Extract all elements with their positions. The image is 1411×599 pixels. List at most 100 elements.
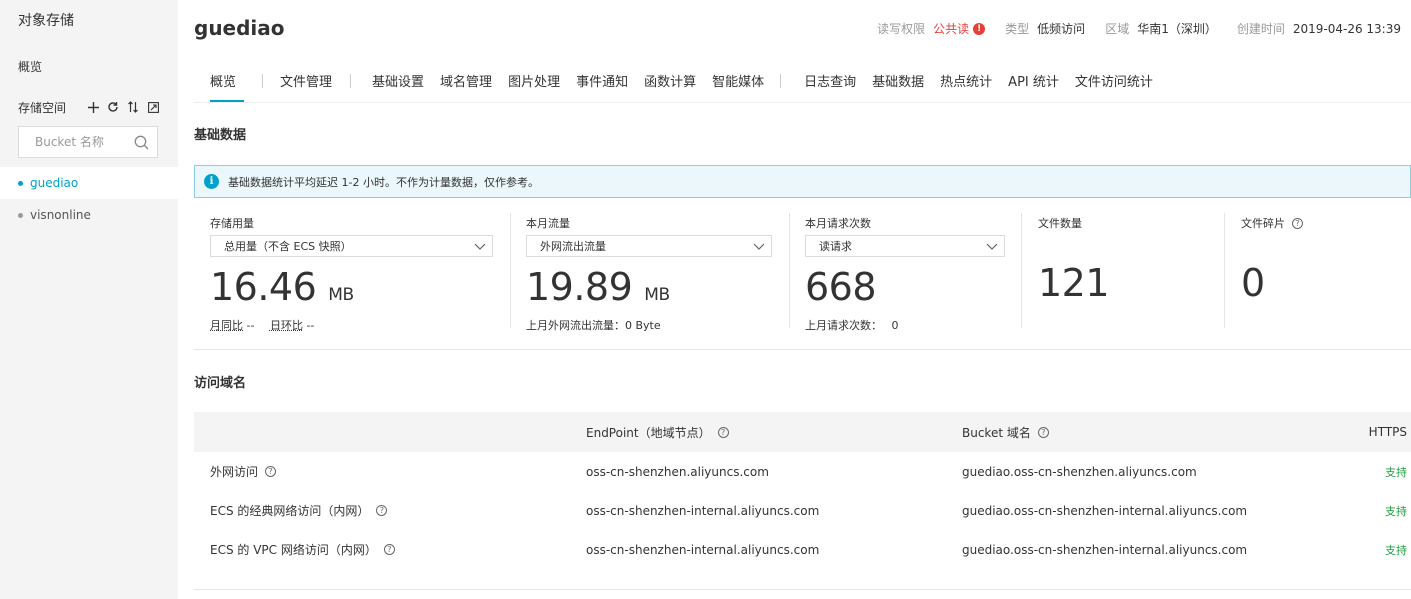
tab-hotspot-stats[interactable]: 热点统计	[932, 62, 1000, 102]
stat-value: 16.46 MB	[210, 265, 493, 309]
stat-divider	[510, 213, 511, 328]
bucket-item-guediao[interactable]: guediao	[0, 167, 178, 199]
row-https-status: 支持	[1385, 504, 1407, 518]
stat-number: 0	[1241, 261, 1265, 305]
row-bucket-domain[interactable]: guediao.oss-cn-shenzhen-internal.aliyunc…	[962, 504, 1345, 518]
select-value: 外网流出流量	[540, 240, 606, 253]
search-icon[interactable]	[129, 135, 153, 150]
chevron-down-icon	[474, 243, 486, 250]
row-name-text: ECS 的 VPC 网络访问（内网）	[210, 543, 377, 557]
stat-number: 668	[805, 265, 877, 309]
mom-value: --	[306, 319, 315, 332]
refresh-icon[interactable]	[103, 99, 123, 115]
domain-table: EndPoint（地域节点） ? Bucket 域名 ? HTTPS 外网访问 …	[194, 412, 1411, 569]
prev-requests-label: 上月请求次数：	[805, 319, 882, 332]
stat-unit: MB	[328, 285, 354, 305]
bucket-meta: 读写权限 公共读 ! 类型 低频访问 区域 华南1（深圳） 创建时间 2019-…	[877, 20, 1401, 37]
header-cell-endpoint: EndPoint（地域节点） ?	[586, 424, 962, 441]
info-banner: i 基础数据统计平均延迟 1-2 小时。不作为计量数据，仅作参考。	[194, 165, 1411, 198]
acl-value-text: 公共读	[933, 22, 970, 36]
row-name-text: ECS 的经典网络访问（内网）	[210, 504, 370, 518]
row-bucket-domain[interactable]: guediao.oss-cn-shenzhen-internal.aliyunc…	[962, 543, 1345, 557]
warning-icon[interactable]: !	[973, 22, 986, 35]
help-icon[interactable]: ?	[265, 466, 277, 477]
help-icon[interactable]: ?	[376, 505, 388, 516]
row-endpoint[interactable]: oss-cn-shenzhen-internal.aliyuncs.com	[586, 543, 962, 557]
stat-files: 文件数量 121	[1038, 213, 1218, 331]
row-name: 外网访问 ?	[194, 463, 586, 480]
tab-basic-settings[interactable]: 基础设置	[351, 62, 432, 102]
plus-icon[interactable]	[83, 99, 103, 115]
header-cell-bucket-domain: Bucket 域名 ?	[962, 424, 1345, 441]
help-icon[interactable]: ?	[1037, 426, 1049, 438]
tab-intelligent-media[interactable]: 智能媒体	[704, 62, 780, 102]
row-endpoint[interactable]: oss-cn-shenzhen-internal.aliyuncs.com	[586, 504, 962, 518]
tab-basic-data[interactable]: 基础数据	[864, 62, 932, 102]
storage-space-header: 存储空间	[18, 98, 163, 116]
tab-underline-divider	[194, 102, 1411, 103]
stat-unit: MB	[644, 285, 670, 305]
stat-divider	[789, 213, 790, 328]
stat-number: 16.46	[210, 265, 317, 309]
yoy-label: 月同比	[210, 319, 243, 332]
tab-api-stats[interactable]: API 统计	[1000, 62, 1067, 102]
row-endpoint[interactable]: oss-cn-shenzhen.aliyuncs.com	[586, 465, 962, 479]
select-value: 总用量（不含 ECS 快照）	[224, 240, 352, 253]
bucket-search-input[interactable]	[19, 128, 129, 156]
tab-image-processing[interactable]: 图片处理	[500, 62, 568, 102]
tab-log-query[interactable]: 日志查询	[781, 62, 864, 102]
header-bucket-domain-text: Bucket 域名	[962, 425, 1031, 440]
tab-domain-management[interactable]: 域名管理	[432, 62, 500, 102]
chevron-down-icon	[986, 243, 998, 250]
help-icon[interactable]: ?	[1292, 217, 1303, 229]
info-icon: i	[204, 174, 219, 189]
sort-icon[interactable]	[123, 99, 143, 115]
traffic-type-select[interactable]: 外网流出流量	[526, 235, 772, 257]
basic-data-title: 基础数据	[194, 128, 247, 143]
type-value: 低频访问	[1037, 22, 1086, 36]
expand-icon[interactable]	[143, 99, 163, 115]
created-label: 创建时间	[1236, 22, 1285, 36]
section-divider	[194, 349, 1411, 350]
yoy-value: --	[246, 319, 255, 332]
chevron-down-icon	[753, 243, 765, 250]
row-bucket-domain[interactable]: guediao.oss-cn-shenzhen.aliyuncs.com	[962, 465, 1345, 479]
header-cell-https: HTTPS	[1368, 425, 1407, 439]
stat-label-text: 文件碎片	[1241, 217, 1285, 230]
stat-footer: 上月请求次数： 0	[805, 317, 1005, 333]
created-value: 2019-04-26 13:39	[1292, 21, 1401, 36]
stat-footer: 月同比 -- 日环比 --	[210, 317, 493, 333]
tab-file-access-stats[interactable]: 文件访问统计	[1067, 62, 1161, 102]
table-header: EndPoint（地域节点） ? Bucket 域名 ? HTTPS	[194, 412, 1411, 452]
header-endpoint-text: EndPoint（地域节点）	[586, 425, 711, 440]
sidebar-item-overview[interactable]: 概览	[18, 58, 42, 75]
stat-number: 19.89	[526, 265, 633, 309]
table-row: 外网访问 ? oss-cn-shenzhen.aliyuncs.com gued…	[194, 452, 1411, 491]
tab-bar: 概览 文件管理 基础设置 域名管理 图片处理 事件通知 函数计算 智能媒体 日志…	[194, 62, 1161, 102]
bullet-icon	[18, 180, 23, 186]
help-icon[interactable]: ?	[383, 544, 395, 555]
bucket-item-visnonline[interactable]: visnonline	[0, 199, 178, 231]
help-icon[interactable]: ?	[717, 426, 729, 438]
info-banner-text: 基础数据统计平均延迟 1-2 小时。不作为计量数据，仅作参考。	[228, 175, 539, 189]
tab-event-notification[interactable]: 事件通知	[568, 62, 636, 102]
table-bottom-divider	[194, 589, 1411, 590]
stat-label: 本月流量	[526, 217, 570, 230]
bucket-search-box	[18, 126, 158, 158]
mom-label: 日环比	[269, 319, 303, 332]
stat-value: 0	[1241, 261, 1401, 305]
bucket-item-label: visnonline	[30, 208, 91, 222]
stat-requests: 本月请求次数 读请求 668 上月请求次数： 0	[805, 213, 1005, 333]
region-label: 区域	[1105, 22, 1130, 36]
stat-traffic: 本月流量 外网流出流量 19.89 MB 上月外网流出流量：0 Byte	[526, 213, 772, 332]
tab-function-compute[interactable]: 函数计算	[636, 62, 704, 102]
stat-label: 文件数量	[1038, 217, 1082, 230]
storage-type-select[interactable]: 总用量（不含 ECS 快照）	[210, 235, 493, 257]
bucket-item-label: guediao	[30, 176, 79, 190]
row-name: ECS 的经典网络访问（内网） ?	[194, 502, 586, 519]
tab-overview[interactable]: 概览	[194, 62, 245, 102]
table-row: ECS 的经典网络访问（内网） ? oss-cn-shenzhen-intern…	[194, 491, 1411, 530]
request-type-select[interactable]: 读请求	[805, 235, 1005, 257]
stat-value: 668	[805, 265, 1005, 309]
tab-file-management[interactable]: 文件管理	[263, 62, 350, 102]
